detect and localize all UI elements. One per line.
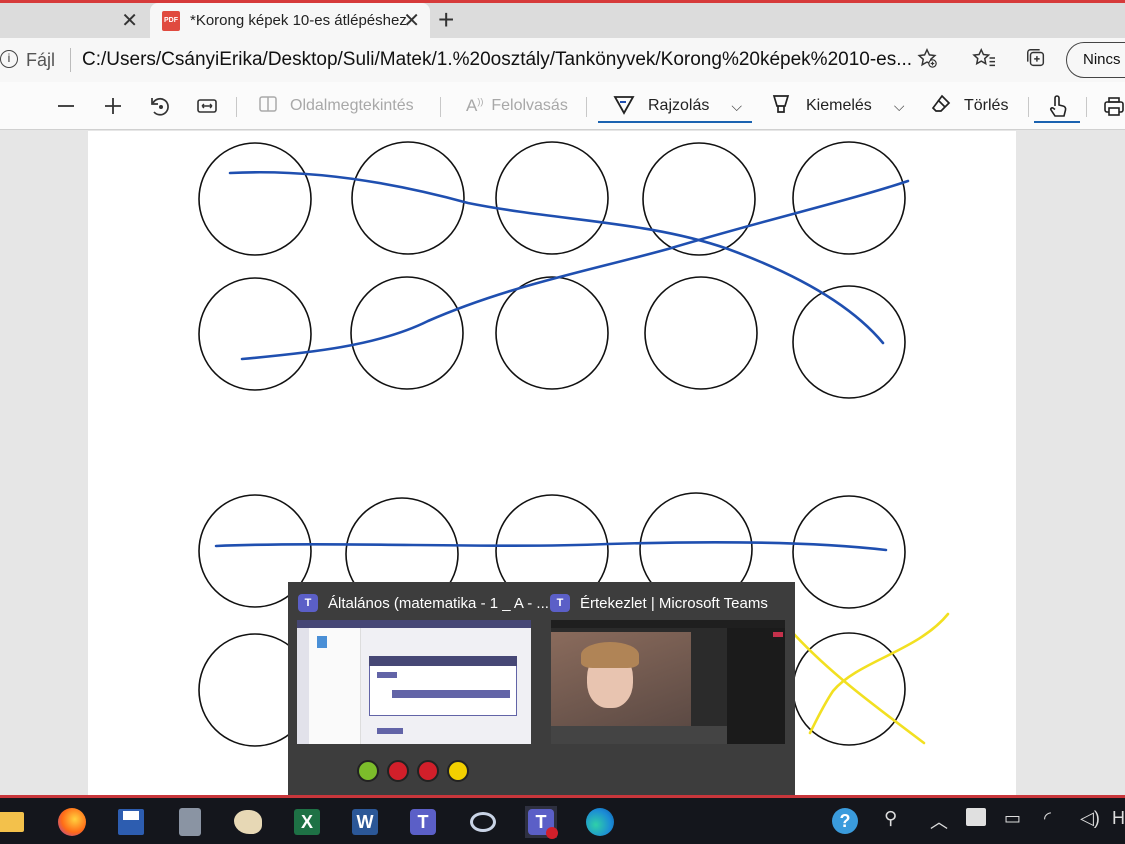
volume-icon[interactable]: ◁)	[1080, 808, 1100, 829]
read-aloud-label: Felolvasás	[491, 97, 568, 114]
teams-icon: T	[550, 594, 570, 612]
add-favorite-icon[interactable]	[916, 47, 938, 75]
toolbar-divider	[1028, 97, 1029, 117]
circle	[495, 141, 609, 255]
rotate-icon[interactable]	[149, 82, 171, 130]
erase-label: Törlés	[964, 97, 1009, 114]
save-disk-icon[interactable]	[115, 806, 147, 838]
preview-window-1-title: Általános (matematika - 1 _ A - ...	[328, 594, 549, 612]
toolbar-divider	[440, 97, 441, 117]
page-view-label: Oldalmegtekintés	[290, 97, 414, 114]
calculator-icon[interactable]	[174, 806, 206, 838]
excel-icon[interactable]: X	[291, 806, 323, 838]
wifi-icon[interactable]: ◜	[1044, 808, 1051, 829]
read-aloud-icon: A))	[466, 96, 484, 115]
tab-bar: ✕ PDF *Korong képek 10-es átlépéshez ✕ +	[0, 3, 1125, 38]
chevron-up-icon[interactable]: ︿	[930, 808, 948, 834]
highlight-label: Kiemelés	[806, 97, 872, 114]
teams-icon: T	[298, 594, 318, 612]
status-busy-icon[interactable]	[387, 760, 409, 782]
file-explorer-icon[interactable]	[0, 806, 26, 838]
draw-label: Rajzolás	[648, 97, 710, 114]
ink-stroke-blue	[214, 540, 888, 552]
touch-active-indicator	[1034, 121, 1080, 123]
eraser-icon	[930, 93, 952, 120]
page-view-icon	[258, 94, 278, 119]
close-tab-icon[interactable]: ✕	[403, 11, 420, 31]
preview-window-1-thumbnail[interactable]	[297, 620, 531, 744]
address-divider	[70, 48, 71, 72]
highlighter-icon	[770, 93, 792, 120]
address-bar: i Fájl C:/Users/CsányiErika/Desktop/Suli…	[0, 38, 1125, 82]
toolbar-divider	[1086, 97, 1087, 117]
ink-stroke-blue	[240, 179, 910, 361]
battery-icon[interactable]: ▭	[1004, 808, 1021, 829]
erase-button[interactable]: Törlés	[930, 82, 1008, 130]
favorites-icon[interactable]	[972, 47, 996, 75]
status-away-icon[interactable]	[447, 760, 469, 782]
edge-icon[interactable]	[584, 806, 616, 838]
draw-active-indicator	[598, 121, 752, 123]
teams-icon[interactable]: T	[407, 806, 439, 838]
people-icon[interactable]: ⚲	[884, 808, 897, 829]
tab-pdf[interactable]: PDF *Korong képek 10-es átlépéshez ✕	[150, 3, 430, 38]
circle	[792, 285, 906, 399]
language-icon[interactable]: H	[1112, 808, 1125, 829]
read-aloud-button[interactable]: A)) Felolvasás	[466, 82, 568, 130]
file-scheme-label: Fájl	[26, 50, 56, 70]
draw-icon	[612, 93, 636, 120]
circle	[642, 142, 756, 256]
circle	[644, 276, 758, 390]
preview-window-2-thumbnail[interactable]	[551, 620, 785, 744]
info-icon[interactable]: i	[0, 50, 18, 68]
status-available-icon[interactable]	[357, 760, 379, 782]
print-icon[interactable]	[1102, 82, 1125, 130]
paint-icon[interactable]	[232, 806, 264, 838]
word-icon[interactable]: W	[349, 806, 381, 838]
preview-window-2-title-bar[interactable]: T Értekezlet | Microsoft Teams	[550, 594, 768, 612]
windows-taskbar: X W T T ? ⚲ ︿ ▭ ◜ ◁) H	[0, 795, 1125, 844]
toolbar-divider	[586, 97, 587, 117]
zoom-out-icon[interactable]	[56, 82, 76, 130]
circle	[198, 142, 312, 256]
tab-title: *Korong képek 10-es átlépéshez	[190, 12, 407, 29]
taskbar-preview-popup: T Általános (matematika - 1 _ A - ... T …	[288, 582, 795, 795]
preview-window-2-title: Értekezlet | Microsoft Teams	[580, 594, 768, 612]
tab-previous[interactable]: ✕	[0, 3, 148, 38]
ink-stroke-yellow	[808, 612, 950, 735]
teams-meeting-icon[interactable]: T	[525, 806, 558, 839]
fit-width-icon[interactable]	[196, 82, 218, 130]
highlight-button[interactable]: Kiemelés ⌵	[770, 82, 904, 130]
circle	[198, 277, 312, 391]
page-view-button[interactable]: Oldalmegtekintés	[258, 82, 414, 130]
circle	[495, 276, 609, 390]
circle	[792, 495, 906, 609]
circle	[350, 276, 464, 390]
toolbar-divider	[236, 97, 237, 117]
status-dnd-icon[interactable]	[417, 760, 439, 782]
chevron-down-icon[interactable]: ⌵	[894, 98, 905, 115]
ink-stroke-blue	[228, 170, 885, 345]
pdf-icon: PDF	[162, 10, 180, 31]
snipping-tool-icon[interactable]	[467, 806, 499, 838]
profile-button[interactable]: Nincs s	[1066, 42, 1125, 78]
firefox-icon[interactable]	[56, 806, 88, 838]
app-tray-icon[interactable]	[966, 808, 986, 826]
zoom-in-icon[interactable]	[103, 82, 123, 130]
preview-window-1-title-bar[interactable]: T Általános (matematika - 1 _ A - ...	[298, 594, 549, 612]
url-field[interactable]: C:/Users/CsányiErika/Desktop/Suli/Matek/…	[82, 49, 912, 71]
chevron-down-icon[interactable]: ⌵	[731, 98, 742, 115]
pdf-toolbar: Oldalmegtekintés A)) Felolvasás Rajzolás…	[0, 82, 1125, 130]
new-tab-button[interactable]: +	[438, 5, 454, 35]
collections-icon[interactable]	[1024, 47, 1048, 75]
close-tab-icon[interactable]: ✕	[121, 11, 138, 31]
help-icon[interactable]: ?	[832, 808, 858, 834]
